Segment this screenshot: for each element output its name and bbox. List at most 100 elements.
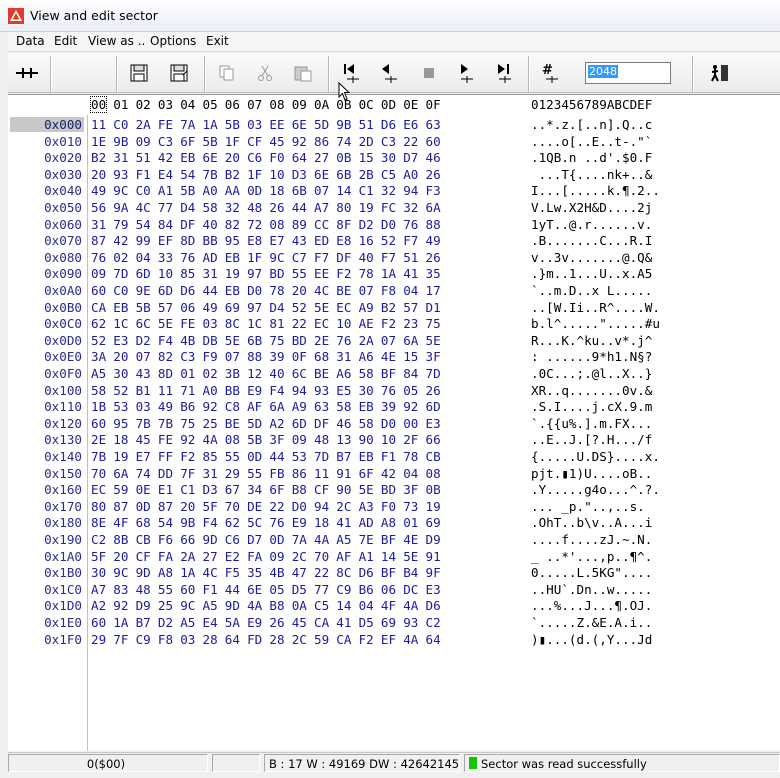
hex-byte[interactable]: F1: [381, 449, 396, 464]
hex-byte[interactable]: A2: [91, 598, 106, 613]
hex-byte[interactable]: 88: [247, 349, 262, 364]
hex-byte[interactable]: 39: [269, 349, 284, 364]
exit-door-icon[interactable]: [706, 60, 732, 86]
hex-byte[interactable]: F6: [158, 532, 173, 547]
hex-byte[interactable]: 3F: [403, 482, 418, 497]
hex-byte[interactable]: D3: [292, 167, 307, 182]
goto-sector-icon[interactable]: #: [538, 60, 564, 86]
hex-byte[interactable]: CF: [136, 549, 151, 564]
hex-byte[interactable]: CB: [136, 532, 151, 547]
hex-byte[interactable]: 49: [203, 300, 218, 315]
hex-byte[interactable]: 86: [292, 466, 307, 481]
hex-byte[interactable]: AD: [203, 250, 218, 265]
hex-byte[interactable]: BE: [225, 416, 240, 431]
hex-byte[interactable]: 1B: [91, 399, 106, 414]
hex-byte[interactable]: 84: [403, 366, 418, 381]
hex-byte[interactable]: 00: [403, 416, 418, 431]
hex-byte[interactable]: 6D: [426, 399, 441, 414]
hex-byte[interactable]: 1E: [91, 134, 106, 149]
hex-byte[interactable]: 13: [336, 432, 351, 447]
hex-byte[interactable]: B2: [225, 167, 240, 182]
hex-byte[interactable]: 62: [225, 515, 240, 530]
hex-byte[interactable]: 76: [180, 250, 195, 265]
hex-byte[interactable]: 6C: [136, 316, 151, 331]
hex-byte[interactable]: D1: [426, 300, 441, 315]
hex-byte[interactable]: 97: [247, 300, 262, 315]
hex-byte[interactable]: 19: [426, 499, 441, 514]
hex-byte[interactable]: AA: [225, 183, 240, 198]
hex-byte[interactable]: 05: [269, 582, 284, 597]
hex-byte[interactable]: 2E: [91, 432, 106, 447]
hex-byte[interactable]: 05: [403, 383, 418, 398]
ascii-text[interactable]: I...[.....k.¶.2..: [531, 183, 660, 198]
hex-byte[interactable]: 19: [225, 266, 240, 281]
ascii-text[interactable]: pjt.▮1)U....oB..: [531, 466, 652, 481]
menu-options[interactable]: Options: [150, 34, 196, 48]
hex-byte[interactable]: E7: [136, 449, 151, 464]
hex-byte[interactable]: EC: [314, 316, 329, 331]
hex-byte[interactable]: D6: [426, 598, 441, 613]
hex-byte[interactable]: F3: [426, 183, 441, 198]
hex-byte[interactable]: 9A: [113, 200, 128, 215]
hex-byte[interactable]: 41: [336, 615, 351, 630]
hex-byte[interactable]: 7F: [180, 466, 195, 481]
hex-byte[interactable]: C0: [136, 183, 151, 198]
hex-byte[interactable]: 3B: [225, 366, 240, 381]
hex-byte[interactable]: B2: [381, 300, 396, 315]
hex-byte[interactable]: D0: [292, 499, 307, 514]
ascii-text[interactable]: V.Lw.X2H&D....2j: [531, 200, 652, 215]
hex-byte[interactable]: F2: [180, 449, 195, 464]
hex-byte[interactable]: 64: [426, 632, 441, 647]
hex-byte[interactable]: 5B: [247, 432, 262, 447]
hex-byte[interactable]: 60: [91, 416, 106, 431]
hex-byte[interactable]: BF: [381, 532, 396, 547]
hex-byte[interactable]: 6A: [269, 399, 284, 414]
hex-byte[interactable]: 47: [292, 565, 307, 580]
hex-byte[interactable]: 03: [247, 117, 262, 132]
hex-byte[interactable]: C3: [180, 349, 195, 364]
hex-byte[interactable]: 6A: [426, 200, 441, 215]
hex-byte[interactable]: 78: [269, 283, 284, 298]
hex-byte[interactable]: 64: [225, 632, 240, 647]
hex-byte[interactable]: 6A: [403, 333, 418, 348]
hex-byte[interactable]: CA: [336, 632, 351, 647]
hex-byte[interactable]: 63: [314, 399, 329, 414]
hex-byte[interactable]: 7A: [292, 532, 307, 547]
hex-byte[interactable]: C9: [336, 582, 351, 597]
hex-byte[interactable]: D5: [292, 582, 307, 597]
hex-byte[interactable]: 30: [381, 150, 396, 165]
hex-byte[interactable]: 8D: [180, 233, 195, 248]
hex-byte[interactable]: 4C: [136, 200, 151, 215]
hex-byte[interactable]: BE: [336, 283, 351, 298]
copy-icon[interactable]: [214, 60, 240, 86]
hex-byte[interactable]: B8: [292, 482, 307, 497]
hex-byte[interactable]: 43: [136, 366, 151, 381]
hex-byte[interactable]: 40: [359, 250, 374, 265]
hex-byte[interactable]: 15: [403, 349, 418, 364]
hex-byte[interactable]: 75: [269, 333, 284, 348]
hex-byte[interactable]: 4F: [381, 598, 396, 613]
hex-byte[interactable]: 66: [426, 432, 441, 447]
hex-byte[interactable]: F2: [381, 316, 396, 331]
hex-byte[interactable]: 4A: [403, 598, 418, 613]
hex-byte[interactable]: A0: [403, 167, 418, 182]
hex-byte[interactable]: 43: [292, 233, 307, 248]
hex-byte[interactable]: C6: [247, 150, 262, 165]
hex-byte[interactable]: 07: [136, 349, 151, 364]
hex-byte[interactable]: 28: [269, 632, 284, 647]
hex-byte[interactable]: 4F: [113, 515, 128, 530]
hex-byte[interactable]: C6: [225, 532, 240, 547]
hex-byte[interactable]: E2: [225, 549, 240, 564]
hex-byte[interactable]: 86: [314, 134, 329, 149]
hex-byte[interactable]: 5E: [359, 482, 374, 497]
hex-byte[interactable]: E1: [158, 482, 173, 497]
hex-byte[interactable]: D6: [381, 117, 396, 132]
hex-byte[interactable]: 8D: [158, 366, 173, 381]
hex-byte[interactable]: D7: [247, 532, 262, 547]
hex-byte[interactable]: 9E: [136, 283, 151, 298]
hex-byte[interactable]: 6B: [247, 333, 262, 348]
hex-byte[interactable]: EF: [158, 233, 173, 248]
hex-byte[interactable]: 7D: [426, 366, 441, 381]
hex-byte[interactable]: 54: [158, 515, 173, 530]
hex-byte[interactable]: B7: [136, 615, 151, 630]
